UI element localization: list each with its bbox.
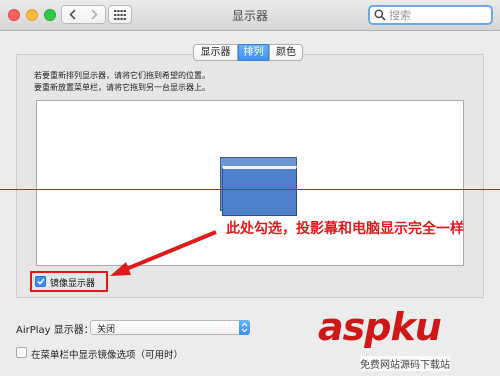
- annotation-text: 此处勾选，投影幕和电脑显示完全一样: [226, 221, 464, 237]
- tab-display[interactable]: 显示器: [193, 44, 238, 61]
- airplay-label: AirPlay 显示器：: [16, 325, 94, 336]
- select-arrows-icon: [239, 320, 250, 335]
- show-mirroring-checkbox[interactable]: [16, 347, 27, 358]
- show-mirroring-label: 在菜单栏中显示镜像选项（可用时）: [31, 350, 184, 361]
- display-thumbnail[interactable]: [222, 166, 297, 216]
- mirror-displays-label: 镜像显示器: [50, 279, 96, 289]
- title-bar: 显示器: [0, 0, 500, 31]
- airplay-value: 关闭: [97, 325, 116, 335]
- airplay-select[interactable]: 关闭: [90, 320, 250, 335]
- search-input[interactable]: [389, 8, 485, 22]
- menubar-instruction: 要重新放置菜单栏，请将它拖到另一台显示器上。: [34, 83, 210, 92]
- watermark-subtext: 免费网站源码下载站: [360, 356, 450, 371]
- tab-arrangement[interactable]: 排列: [238, 44, 269, 61]
- checkmark-icon: [36, 278, 45, 285]
- guide-line: [0, 189, 500, 190]
- search-icon: [374, 9, 386, 21]
- watermark-logo: aspku: [318, 305, 442, 349]
- tab-bar: 显示器 排列 颜色: [193, 44, 303, 61]
- mirror-displays-checkbox[interactable]: [35, 276, 46, 287]
- arrange-instruction: 若要重新排列显示器，请将它们拖到希望的位置。: [34, 71, 210, 80]
- tab-color[interactable]: 颜色: [269, 44, 303, 61]
- search-field[interactable]: [368, 5, 493, 25]
